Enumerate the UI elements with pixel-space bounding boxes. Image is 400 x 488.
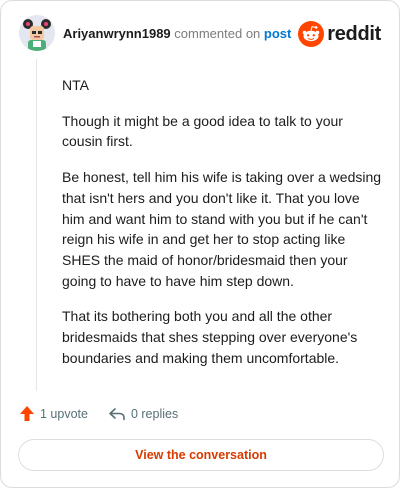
view-conversation-button[interactable]: View the conversation	[18, 439, 384, 471]
comment-byline: Ariyanwrynn1989 commented on post	[63, 26, 291, 41]
upvote-arrow-icon	[20, 406, 34, 421]
reply-icon	[109, 407, 125, 420]
comment-paragraph: NTA	[62, 77, 89, 93]
comment-paragraph: Though it might be a good idea to talk t…	[62, 112, 343, 150]
upvote-count: 1 upvote	[40, 406, 88, 421]
comment-paragraph: Be honest, tell him his wife is taking o…	[62, 169, 382, 289]
comment-paragraph: That its bothering both you and all the …	[62, 308, 358, 366]
user-avatar-icon[interactable]	[19, 15, 55, 51]
reply-button[interactable]: 0 replies	[108, 407, 178, 421]
post-link[interactable]: post	[264, 26, 291, 41]
thread-line	[36, 59, 37, 391]
comment-body: NTA Though it might be a good idea to ta…	[62, 75, 384, 383]
reply-count: 0 replies	[130, 406, 179, 421]
username-link[interactable]: Ariyanwrynn1989	[63, 26, 171, 41]
comment-header: Ariyanwrynn1989 commented on post reddit	[19, 15, 383, 55]
reddit-wordmark: reddit	[327, 22, 381, 45]
reddit-snoo-icon	[298, 21, 325, 47]
comment-actions: 1 upvote 0 replies	[19, 405, 198, 422]
reddit-brand[interactable]: reddit	[298, 19, 381, 49]
upvote-button[interactable]: 1 upvote	[19, 405, 88, 422]
byline-action: commented on	[174, 26, 261, 41]
embedded-comment-card: Ariyanwrynn1989 commented on post reddit…	[0, 0, 400, 488]
